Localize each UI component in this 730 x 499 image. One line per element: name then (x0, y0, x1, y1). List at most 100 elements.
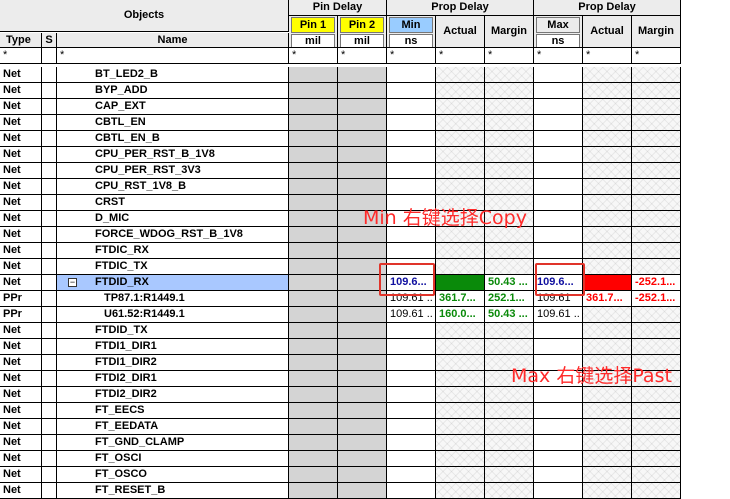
min-cell[interactable] (387, 339, 436, 355)
row-name-cell[interactable]: FT_OSCI (57, 451, 289, 467)
row-name-cell[interactable]: FTDI1_DIR1 (57, 339, 289, 355)
min-cell[interactable] (387, 243, 436, 259)
filter-cell[interactable]: * (0, 48, 42, 64)
actual2-cell (583, 211, 632, 227)
max-cell[interactable] (534, 211, 583, 227)
filter-cell[interactable]: * (534, 48, 583, 64)
row-name-cell[interactable]: U61.52:R1449.1 (57, 307, 289, 323)
max-cell[interactable] (534, 243, 583, 259)
min-cell[interactable] (387, 483, 436, 499)
pin2-cell (338, 467, 387, 483)
row-name-cell[interactable]: FT_OSCO (57, 467, 289, 483)
max-cell[interactable] (534, 67, 583, 83)
max-cell[interactable] (534, 99, 583, 115)
max-cell[interactable] (534, 131, 583, 147)
min-cell[interactable] (387, 387, 436, 403)
pin2-unit-select[interactable]: mil (340, 34, 384, 47)
max-cell[interactable] (534, 483, 583, 499)
max-cell[interactable] (534, 179, 583, 195)
max-cell[interactable] (534, 115, 583, 131)
min-header: Min ns (387, 16, 436, 48)
min-cell[interactable] (387, 99, 436, 115)
min-cell[interactable] (387, 163, 436, 179)
max-cell[interactable] (534, 419, 583, 435)
min-cell[interactable] (387, 323, 436, 339)
row-name-cell[interactable]: FORCE_WDOG_RST_B_1V8 (57, 227, 289, 243)
max-cell[interactable] (534, 403, 583, 419)
row-name-cell[interactable]: CPU_RST_1V8_B (57, 179, 289, 195)
row-name-cell[interactable]: BT_LED2_B (57, 67, 289, 83)
actual-cell: 160.0... (436, 307, 485, 323)
margin-cell (485, 163, 534, 179)
max-cell[interactable] (534, 339, 583, 355)
filter-cell[interactable]: * (485, 48, 534, 64)
max-cell[interactable] (534, 435, 583, 451)
min-cell[interactable] (387, 131, 436, 147)
row-name-cell[interactable]: TP87.1:R1449.1 (57, 291, 289, 307)
min-cell[interactable] (387, 435, 436, 451)
min-cell[interactable] (387, 451, 436, 467)
min-cell[interactable] (387, 115, 436, 131)
row-name-cell[interactable]: CBTL_EN (57, 115, 289, 131)
min-cell[interactable] (387, 147, 436, 163)
row-name-cell[interactable]: FTDI2_DIR2 (57, 387, 289, 403)
row-name-cell[interactable]: D_MIC (57, 211, 289, 227)
min-cell[interactable] (387, 83, 436, 99)
row-name-cell[interactable]: CAP_EXT (57, 99, 289, 115)
min-cell[interactable] (387, 467, 436, 483)
row-name-cell[interactable]: FTDI1_DIR2 (57, 355, 289, 371)
margin2-cell (632, 435, 681, 451)
collapse-expander-icon[interactable]: − (68, 278, 77, 287)
min-cell[interactable] (387, 179, 436, 195)
max-cell[interactable] (534, 163, 583, 179)
filter-cell[interactable]: * (338, 48, 387, 64)
row-name-cell[interactable]: − FTDID_RX (57, 275, 289, 291)
filter-cell[interactable]: * (289, 48, 338, 64)
pin1-unit-select[interactable]: mil (291, 34, 335, 47)
filter-cell[interactable]: * (387, 48, 436, 64)
margin-cell (485, 451, 534, 467)
filter-cell[interactable]: * (436, 48, 485, 64)
min-unit-select[interactable]: ns (389, 34, 433, 47)
actual2-cell (583, 195, 632, 211)
row-status (42, 451, 57, 467)
max-cell[interactable] (534, 227, 583, 243)
max-cell[interactable]: 109.61 .. (534, 307, 583, 323)
filter-cell[interactable]: * (57, 48, 289, 64)
pin1-cell (289, 467, 338, 483)
row-name-cell[interactable]: FT_RESET_B (57, 483, 289, 499)
row-name-cell[interactable]: CPU_PER_RST_3V3 (57, 163, 289, 179)
min-cell[interactable] (387, 355, 436, 371)
row-name-cell[interactable]: CRST (57, 195, 289, 211)
row-name-cell[interactable]: FT_EEDATA (57, 419, 289, 435)
row-name-cell[interactable]: FTDI2_DIR1 (57, 371, 289, 387)
min-cell[interactable] (387, 403, 436, 419)
max-unit-select[interactable]: ns (536, 34, 580, 47)
max-cell[interactable] (534, 387, 583, 403)
max-cell[interactable] (534, 467, 583, 483)
max-cell[interactable] (534, 451, 583, 467)
row-name-cell[interactable]: FTDIC_TX (57, 259, 289, 275)
row-name-cell[interactable]: BYP_ADD (57, 83, 289, 99)
max-cell[interactable] (534, 323, 583, 339)
row-name: CBTL_EN_B (95, 132, 160, 144)
row-name-cell[interactable]: FTDID_TX (57, 323, 289, 339)
row-name-cell[interactable]: FT_GND_CLAMP (57, 435, 289, 451)
filter-cell[interactable] (42, 48, 57, 64)
row-name-cell[interactable]: FTDIC_RX (57, 243, 289, 259)
max-cell[interactable] (534, 195, 583, 211)
margin2-cell (632, 163, 681, 179)
min-cell[interactable]: 109.61 .. (387, 307, 436, 323)
row-name-cell[interactable]: FT_EECS (57, 403, 289, 419)
max-cell[interactable] (534, 83, 583, 99)
filter-cell[interactable]: * (632, 48, 681, 64)
row-name-cell[interactable]: CPU_PER_RST_B_1V8 (57, 147, 289, 163)
margin-cell (485, 115, 534, 131)
filter-cell[interactable]: * (583, 48, 632, 64)
min-cell[interactable] (387, 371, 436, 387)
margin2-cell (632, 307, 681, 323)
max-cell[interactable] (534, 147, 583, 163)
min-cell[interactable] (387, 419, 436, 435)
min-cell[interactable] (387, 67, 436, 83)
row-name-cell[interactable]: CBTL_EN_B (57, 131, 289, 147)
